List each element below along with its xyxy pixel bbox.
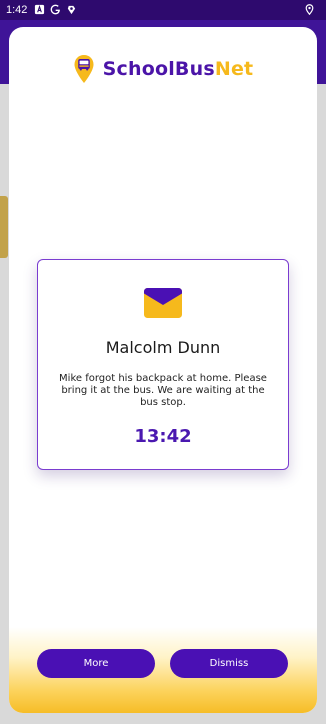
status-icons [34, 4, 77, 15]
message-time: 13:42 [134, 426, 192, 447]
dismiss-button[interactable]: Dismiss [170, 649, 288, 678]
location-icon [305, 4, 314, 15]
brand-name-part2: Net [214, 58, 254, 80]
brand-name-part1: SchoolBus [102, 58, 215, 80]
signal-app-icon [67, 5, 76, 15]
notification-modal: SchoolBusNet Malcolm Dunn Mike forgot hi… [9, 27, 317, 713]
action-footer: More Dismiss [9, 627, 317, 713]
google-icon [50, 4, 60, 15]
status-bar: 1:42 [0, 0, 326, 20]
brand-name: SchoolBusNet [103, 58, 254, 80]
bus-pin-logo-icon [74, 55, 94, 83]
brand-header: SchoolBusNet [9, 53, 317, 85]
message-text: Mike forgot his backpack at home. Please… [59, 373, 267, 408]
status-time: 1:42 [6, 4, 28, 16]
notification-a-icon [34, 4, 45, 15]
envelope-icon [144, 288, 182, 318]
message-card: Malcolm Dunn Mike forgot his backpack at… [37, 259, 289, 470]
sender-name: Malcolm Dunn [105, 338, 221, 357]
more-button[interactable]: More [37, 649, 155, 678]
background-edge-card [0, 196, 8, 258]
